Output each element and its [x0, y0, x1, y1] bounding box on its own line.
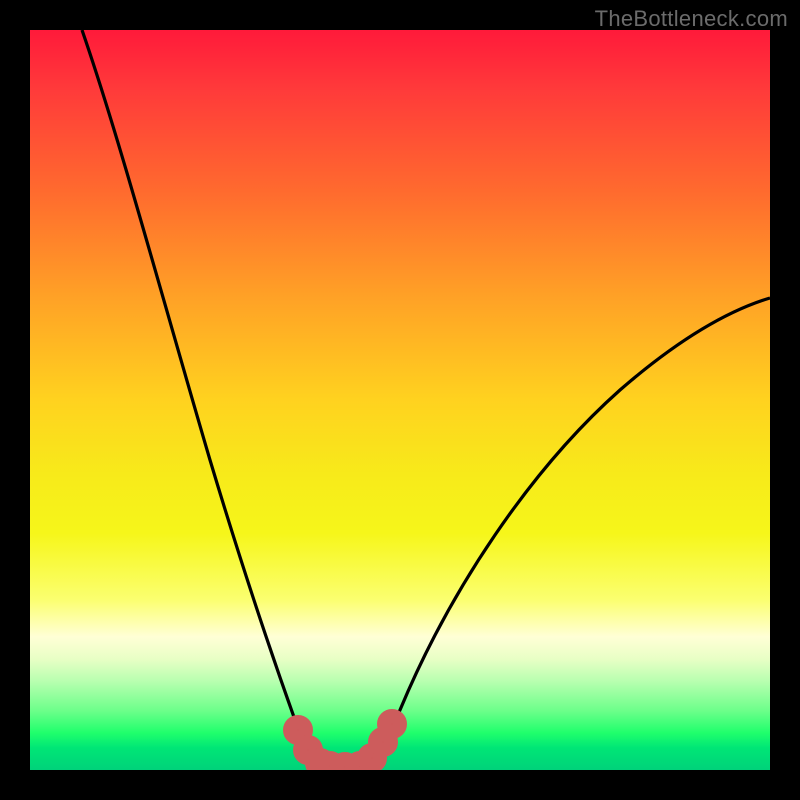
plot-area — [30, 30, 770, 770]
chart-frame: TheBottleneck.com — [0, 0, 800, 800]
valley-highlight — [290, 716, 400, 770]
watermark-text: TheBottleneck.com — [595, 6, 788, 32]
bottleneck-curve — [82, 30, 770, 765]
curve-svg — [30, 30, 770, 770]
